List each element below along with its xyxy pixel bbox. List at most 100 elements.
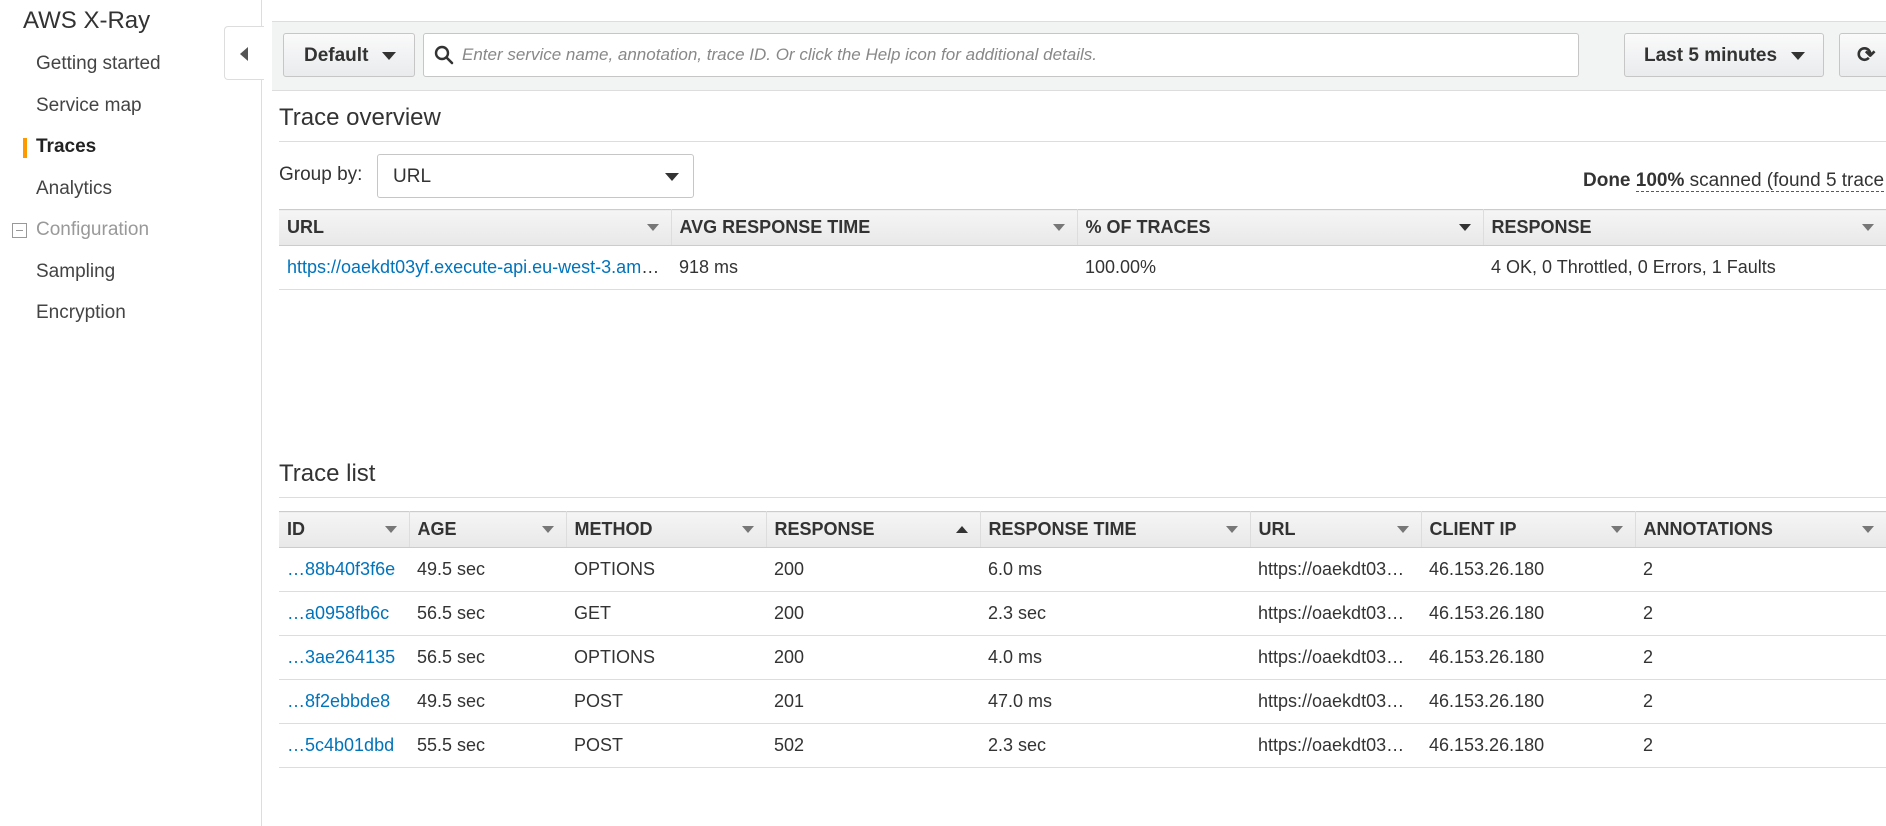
cell-annotations: 2 xyxy=(1635,723,1886,768)
col-header-response-time[interactable]: RESPONSE TIME xyxy=(980,511,1251,548)
cell-age: 56.5 sec xyxy=(409,591,566,636)
cell-url: https://oaekdt03yf.execute-api xyxy=(1250,679,1421,724)
group-select-button[interactable]: Default xyxy=(283,33,415,77)
col-header-label: % OF TRACES xyxy=(1085,217,1211,237)
cell-response-time: 4.0 ms xyxy=(980,635,1250,680)
status-scan-summary[interactable]: 100% scanned (found 5 trace xyxy=(1635,170,1885,192)
sort-icon xyxy=(1396,526,1409,533)
col-header-response[interactable]: RESPONSE xyxy=(1483,209,1886,246)
sidebar: AWS X-Ray Getting started Service map Tr… xyxy=(0,0,262,826)
table-row[interactable]: …5c4b01dbd 55.5 sec POST 502 2.3 sec htt… xyxy=(279,723,1886,768)
table-row[interactable]: …3ae264135 56.5 sec OPTIONS 200 4.0 ms h… xyxy=(279,635,1886,680)
cell-response: 201 xyxy=(766,679,980,724)
col-header-label: ANNOTATIONS xyxy=(1643,519,1773,539)
cell-id[interactable]: …5c4b01dbd xyxy=(279,723,409,768)
cell-annotations: 2 xyxy=(1635,547,1886,592)
cell-id[interactable]: …a0958fb6c xyxy=(279,591,409,636)
sidebar-item-analytics[interactable]: Analytics xyxy=(36,178,112,200)
col-header-label: AVG RESPONSE TIME xyxy=(679,217,871,237)
cell-response-time: 47.0 ms xyxy=(980,679,1250,724)
sidebar-item-sampling[interactable]: Sampling xyxy=(36,261,115,283)
cell-id[interactable]: …88b40f3f6e xyxy=(279,547,409,592)
collapse-sidebar-button[interactable] xyxy=(224,26,264,80)
filter-toolbar: Default ? Last 5 minutes ⟳ xyxy=(272,21,1886,91)
search-icon xyxy=(434,45,454,65)
sidebar-item-encryption[interactable]: Encryption xyxy=(36,302,126,324)
trace-id-link[interactable]: …a0958fb6c xyxy=(287,603,389,623)
cell-url: https://oaekdt03yf.execute-api xyxy=(1250,635,1421,680)
cell-url[interactable]: https://oaekdt03yf.execute-api.eu-west-3… xyxy=(279,245,671,290)
collapse-icon[interactable] xyxy=(12,223,27,238)
trace-id-link[interactable]: …8f2ebbde8 xyxy=(287,691,390,711)
col-header-avg-response-time[interactable]: AVG RESPONSE TIME xyxy=(671,209,1078,246)
sort-icon xyxy=(1861,526,1874,533)
divider xyxy=(279,141,1886,142)
trace-list-table: ID AGE METHOD RESPONSE RESPONSE TIME URL… xyxy=(279,511,1886,768)
table-row[interactable]: https://oaekdt03yf.execute-api.eu-west-3… xyxy=(279,245,1886,290)
col-header-label: URL xyxy=(1258,519,1296,539)
sidebar-item-service-map[interactable]: Service map xyxy=(36,95,142,117)
cell-avg-response-time: 918 ms xyxy=(671,245,1077,290)
sort-icon xyxy=(1225,526,1238,533)
trace-id-link[interactable]: …88b40f3f6e xyxy=(287,559,395,579)
cell-response-time: 2.3 sec xyxy=(980,591,1250,636)
group-by-select[interactable]: URL xyxy=(377,154,694,198)
col-header-pct-traces[interactable]: % OF TRACES xyxy=(1077,209,1484,246)
cell-response: 200 xyxy=(766,547,980,592)
col-header-id[interactable]: ID xyxy=(279,511,410,548)
col-header-url[interactable]: URL xyxy=(1250,511,1422,548)
time-range-button[interactable]: Last 5 minutes xyxy=(1624,33,1824,77)
col-header-method[interactable]: METHOD xyxy=(566,511,767,548)
sidebar-item-traces[interactable]: Traces xyxy=(22,136,97,158)
cell-method: POST xyxy=(566,723,766,768)
refresh-button[interactable]: ⟳ xyxy=(1839,33,1886,77)
col-header-label: RESPONSE xyxy=(1491,217,1592,237)
cell-client-ip: 46.153.26.180 xyxy=(1421,547,1635,592)
cell-method: GET xyxy=(566,591,766,636)
cell-annotations: 2 xyxy=(1635,591,1886,636)
cell-method: POST xyxy=(566,679,766,724)
cell-age: 49.5 sec xyxy=(409,679,566,724)
cell-age: 55.5 sec xyxy=(409,723,566,768)
sort-icon xyxy=(541,526,554,533)
sidebar-item-getting-started[interactable]: Getting started xyxy=(36,53,161,75)
sort-icon xyxy=(1052,224,1065,231)
sidebar-item-traces-label: Traces xyxy=(36,136,97,157)
col-header-label: METHOD xyxy=(574,519,653,539)
col-header-age[interactable]: AGE xyxy=(409,511,567,548)
col-header-label: AGE xyxy=(417,519,457,539)
status-scanned: scanned (found 5 trace xyxy=(1689,170,1885,191)
table-row[interactable]: …a0958fb6c 56.5 sec GET 200 2.3 sec http… xyxy=(279,591,1886,636)
col-header-response[interactable]: RESPONSE xyxy=(766,511,981,548)
time-range-label: Last 5 minutes xyxy=(1644,45,1778,66)
chevron-left-icon xyxy=(240,47,248,61)
cell-method: OPTIONS xyxy=(566,635,766,680)
sidebar-section-configuration[interactable]: Configuration xyxy=(12,219,150,241)
url-link[interactable]: https://oaekdt03yf.execute-api.eu-west-3… xyxy=(287,257,671,277)
sort-desc-icon xyxy=(1458,224,1471,231)
sort-icon xyxy=(1610,526,1623,533)
col-header-url[interactable]: URL xyxy=(279,209,672,246)
search-input[interactable] xyxy=(462,34,1532,76)
cell-id[interactable]: …3ae264135 xyxy=(279,635,409,680)
cell-id[interactable]: …8f2ebbde8 xyxy=(279,679,409,724)
sort-icon xyxy=(384,526,397,533)
trace-id-link[interactable]: …3ae264135 xyxy=(287,647,395,667)
col-header-label: RESPONSE TIME xyxy=(988,519,1137,539)
table-row[interactable]: …88b40f3f6e 49.5 sec OPTIONS 200 6.0 ms … xyxy=(279,547,1886,592)
group-by-label: Group by: xyxy=(279,164,363,185)
cell-annotations: 2 xyxy=(1635,679,1886,724)
caret-down-icon xyxy=(1791,52,1805,60)
cell-client-ip: 46.153.26.180 xyxy=(1421,679,1635,724)
cell-age: 56.5 sec xyxy=(409,635,566,680)
trace-id-link[interactable]: …5c4b01dbd xyxy=(287,735,394,755)
app-title: AWS X-Ray xyxy=(23,7,151,34)
cell-pct-traces: 100.00% xyxy=(1077,245,1483,290)
sidebar-section-label: Configuration xyxy=(36,219,150,240)
cell-response-time: 6.0 ms xyxy=(980,547,1250,592)
cell-method: OPTIONS xyxy=(566,547,766,592)
col-header-annotations[interactable]: ANNOTATIONS xyxy=(1635,511,1886,548)
caret-down-icon xyxy=(382,52,396,60)
col-header-client-ip[interactable]: CLIENT IP xyxy=(1421,511,1636,548)
table-row[interactable]: …8f2ebbde8 49.5 sec POST 201 47.0 ms htt… xyxy=(279,679,1886,724)
